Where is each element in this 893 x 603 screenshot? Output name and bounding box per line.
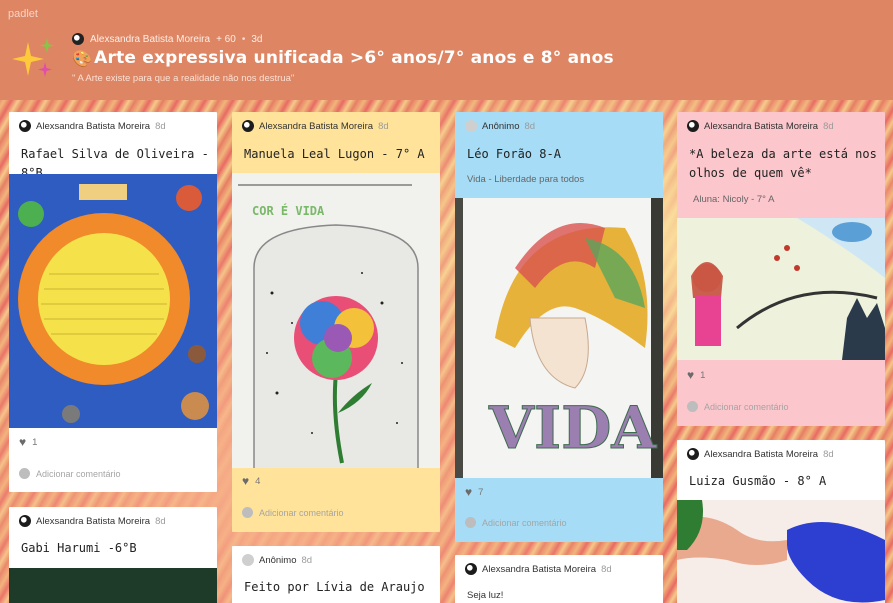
post-time: 8d (823, 448, 834, 460)
like-button[interactable]: ♥ 7 (465, 485, 483, 499)
post-card[interactable]: Alexsandra Batista Moreira 8d *A beleza … (677, 112, 885, 426)
board-title: Arte expressiva unificada >6° anos/7° an… (94, 48, 614, 68)
user-avatar (19, 468, 30, 479)
add-comment-label: Adicionar comentário (704, 401, 789, 412)
rose-drawing: COR É VIDA (232, 173, 440, 468)
user-avatar (465, 517, 476, 528)
post-card[interactable]: Alexsandra Batista Moreira 8d Rafael Sil… (9, 112, 217, 492)
sparkles-icon (12, 38, 54, 77)
board-header: padlet Alexsandra Batista Moreira + 60 •… (0, 0, 893, 100)
author-avatar (19, 515, 31, 527)
like-count: 4 (255, 475, 261, 487)
add-comment[interactable]: Adicionar comentário (242, 507, 344, 518)
post-time: 8d (301, 554, 313, 566)
add-comment-label: Adicionar comentário (259, 507, 344, 518)
anonymous-avatar (242, 554, 254, 566)
post-title: Manuela Leal Lugon - 7° A (244, 147, 425, 161)
heart-icon: ♥ (465, 485, 473, 499)
author-avatar (242, 120, 254, 132)
palette-icon: 🎨 (72, 48, 93, 68)
user-avatar (242, 507, 253, 518)
author-name: Alexsandra Batista Moreira (482, 563, 597, 575)
post-author[interactable]: Alexsandra Batista Moreira 8d (465, 563, 612, 575)
post-title: Luiza Gusmão - 8° A (689, 474, 827, 488)
like-button[interactable]: ♥ 1 (19, 435, 37, 449)
board-title-row: 🎨 Arte expressiva unificada >6° anos/7° … (72, 48, 614, 68)
author-name: Alexsandra Batista Moreira (36, 515, 151, 527)
author-name: Alexsandra Batista Moreira (259, 120, 374, 132)
like-count: 1 (32, 436, 38, 448)
post-image[interactable]: COR É VIDA (232, 173, 440, 468)
author-name: Anônimo (259, 554, 297, 566)
author-avatar (687, 448, 699, 460)
heart-icon: ♥ (687, 368, 695, 382)
hands-drawing (677, 500, 885, 603)
post-author[interactable]: Alexsandra Batista Moreira 8d (687, 448, 834, 460)
author-name: Alexsandra Batista Moreira (36, 120, 151, 132)
board-subtitle: " A Arte existe para que a realidade não… (72, 73, 295, 84)
author-name: Alexsandra Batista Moreira (704, 120, 819, 132)
post-card[interactable]: Alexsandra Batista Moreira 8d Manuela Le… (232, 112, 440, 532)
post-image[interactable] (9, 174, 217, 428)
post-card[interactable]: Anônimo 8d Feito por Lívia de Araujo (232, 546, 440, 603)
add-comment-label: Adicionar comentário (482, 517, 567, 528)
image-caption: VIDA (488, 394, 657, 462)
add-comment[interactable]: Adicionar comentário (465, 517, 567, 528)
user-avatar (687, 401, 698, 412)
like-button[interactable]: ♥ 1 (687, 368, 705, 382)
heart-icon: ♥ (19, 435, 27, 449)
post-author[interactable]: Alexsandra Batista Moreira 8d (19, 515, 166, 527)
post-author[interactable]: Anônimo 8d (465, 120, 535, 132)
post-card[interactable]: Alexsandra Batista Moreira 8d Seja luz! (455, 555, 663, 603)
separator-dot: • (241, 33, 246, 45)
post-title: Seja luz! (467, 590, 504, 601)
heart-icon: ♥ (242, 474, 250, 488)
author-avatar[interactable] (72, 33, 84, 45)
padlet-logo[interactable]: padlet (8, 8, 38, 20)
image-caption: COR É VIDA (252, 203, 325, 218)
girl-drawing (677, 218, 885, 360)
board-age: 3d (251, 33, 263, 45)
add-comment-label: Adicionar comentário (36, 468, 121, 479)
post-author[interactable]: Alexsandra Batista Moreira 8d (687, 120, 834, 132)
post-image[interactable]: VIDA (455, 198, 663, 478)
author-avatar (687, 120, 699, 132)
headdress-drawing: VIDA (455, 198, 663, 478)
post-time: 8d (378, 120, 389, 132)
post-time: 8d (823, 120, 834, 132)
post-card[interactable]: Anônimo 8d Léo Forão 8-A Vida - Liberdad… (455, 112, 663, 542)
post-author[interactable]: Anônimo 8d (242, 554, 312, 566)
post-card[interactable]: Alexsandra Batista Moreira 8d Luiza Gusm… (677, 440, 885, 603)
post-card[interactable]: Alexsandra Batista Moreira 8d Gabi Harum… (9, 507, 217, 603)
board-likes: + 60 (216, 33, 236, 45)
board-author[interactable]: Alexsandra Batista Moreira (90, 34, 210, 45)
post-image[interactable] (677, 500, 885, 603)
post-image[interactable] (9, 568, 217, 603)
sun-drawing (9, 174, 217, 428)
like-count: 7 (478, 486, 484, 498)
post-author[interactable]: Alexsandra Batista Moreira 8d (242, 120, 389, 132)
post-time: 8d (155, 120, 166, 132)
post-time: 8d (601, 563, 612, 575)
post-title: Gabi Harumi -6°B (21, 541, 137, 555)
anonymous-avatar (465, 120, 477, 132)
add-comment[interactable]: Adicionar comentário (687, 401, 789, 412)
author-name: Alexsandra Batista Moreira (704, 448, 819, 460)
post-time: 8d (155, 515, 166, 527)
post-subtitle: Aluna: Nicoly - 7° A (693, 194, 775, 205)
board-meta: Alexsandra Batista Moreira + 60 • 3d (72, 33, 262, 45)
post-time: 8d (524, 120, 536, 132)
like-button[interactable]: ♥ 4 (242, 474, 260, 488)
author-name: Anônimo (482, 120, 520, 132)
add-comment[interactable]: Adicionar comentário (19, 468, 121, 479)
post-title: *A beleza da arte está nos olhos de quem… (689, 147, 877, 180)
post-title: Feito por Lívia de Araujo (244, 580, 425, 594)
author-avatar (19, 120, 31, 132)
post-image[interactable] (677, 218, 885, 360)
post-author[interactable]: Alexsandra Batista Moreira 8d (19, 120, 166, 132)
author-avatar (465, 563, 477, 575)
like-count: 1 (700, 369, 706, 381)
post-title: Léo Forão 8-A (467, 147, 561, 161)
post-subtitle: Vida - Liberdade para todos (467, 174, 585, 185)
